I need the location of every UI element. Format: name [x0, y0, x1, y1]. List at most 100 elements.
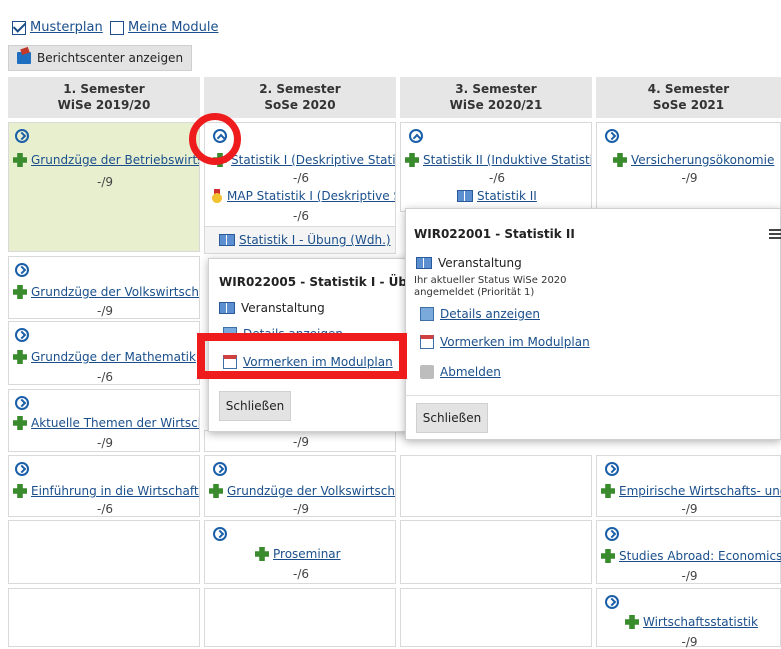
- expand-icon[interactable]: [15, 396, 29, 410]
- semester-title: 3. Semester: [455, 82, 537, 96]
- module-name[interactable]: Einführung in die Wirtschafts: [31, 484, 199, 498]
- expand-icon[interactable]: [605, 527, 619, 541]
- musterplan-label[interactable]: Musterplan: [30, 20, 103, 35]
- module-name[interactable]: Proseminar: [273, 547, 341, 561]
- berichtscenter-label: Berichtscenter anzeigen: [37, 51, 184, 65]
- module-link[interactable]: Grundzüge der Betriebswirtsch: [13, 153, 199, 167]
- module-name[interactable]: Wirtschaftsstatistik: [643, 615, 758, 629]
- module-name[interactable]: Grundzüge der Betriebswirtsch: [31, 153, 199, 167]
- module-cell: Grundzüge der Mathematik -/6: [8, 321, 200, 385]
- puzzle-icon: [13, 153, 27, 167]
- module-name[interactable]: Grundzüge der Volkswirtscha: [31, 285, 199, 299]
- module-link[interactable]: Proseminar: [255, 547, 395, 561]
- puzzle-icon: [405, 153, 419, 167]
- module-score: -/9: [681, 569, 698, 583]
- close-button[interactable]: Schließen: [416, 403, 488, 433]
- course-link[interactable]: Statistik II: [457, 189, 587, 203]
- close-button[interactable]: Schließen: [219, 391, 291, 421]
- semester-title: 2. Semester: [259, 82, 341, 96]
- empty-cell: [400, 588, 592, 647]
- module-name[interactable]: Grundzüge der Volkswirtscha: [227, 484, 395, 498]
- meine-module-checkbox[interactable]: Meine Module: [110, 20, 218, 35]
- details-label[interactable]: Details anzeigen: [440, 307, 540, 321]
- module-cell: Studies Abroad: Economics I -/9: [596, 520, 781, 584]
- expand-icon[interactable]: [15, 129, 29, 143]
- module-link[interactable]: Einführung in die Wirtschafts: [13, 484, 199, 498]
- module-score: -/6: [292, 567, 309, 581]
- puzzle-icon: [13, 416, 27, 430]
- popup-type: Veranstaltung: [219, 301, 325, 315]
- module-score: -/9: [681, 502, 698, 516]
- puzzle-icon: [13, 285, 27, 299]
- meine-module-label[interactable]: Meine Module: [128, 20, 218, 35]
- semester-term: WiSe 2019/20: [57, 98, 151, 112]
- module-name[interactable]: Statistik II (Induktive Statistik): [423, 153, 591, 167]
- module-name[interactable]: Aktuelle Themen der Wirtscha: [31, 416, 199, 430]
- puzzle-icon: [625, 615, 639, 629]
- module-name[interactable]: Versicherungsökonomie: [631, 153, 774, 167]
- expand-icon[interactable]: [605, 462, 619, 476]
- module-score: -/9: [292, 435, 309, 449]
- musterplan-checkbox[interactable]: Musterplan: [12, 20, 103, 35]
- berichtscenter-button[interactable]: Berichtscenter anzeigen: [8, 45, 193, 71]
- module-link[interactable]: Aktuelle Themen der Wirtscha: [13, 416, 199, 430]
- module-link[interactable]: Grundzüge der Volkswirtscha: [13, 285, 199, 299]
- semester-header-2: 2. Semester SoSe 2020: [204, 77, 396, 118]
- course-name[interactable]: Statistik I - Übung (Wdh.): [239, 233, 391, 247]
- course-row[interactable]: Statistik I - Übung (Wdh.): [204, 226, 396, 254]
- unregister-icon: [420, 365, 434, 379]
- module-name[interactable]: Grundzüge der Mathematik: [31, 350, 196, 364]
- module-score: -/9: [96, 436, 113, 450]
- empty-cell: [204, 588, 396, 647]
- module-link[interactable]: Statistik I (Deskriptive Statistik: [213, 153, 395, 167]
- highlight-rectangle: [197, 333, 407, 379]
- expand-icon[interactable]: [213, 527, 227, 541]
- module-link[interactable]: Wirtschaftsstatistik: [625, 615, 781, 629]
- vormerken-label[interactable]: Vormerken im Modulplan: [440, 335, 590, 349]
- module-cell: Wirtschaftsstatistik -/9: [596, 588, 781, 649]
- module-link[interactable]: Grundzüge der Volkswirtscha: [209, 484, 395, 498]
- map-link[interactable]: MAP Statistik I (Deskriptive S: [211, 189, 395, 203]
- empty-cell: [8, 588, 200, 647]
- medal-icon: [211, 189, 223, 203]
- semester-title: 1. Semester: [63, 82, 145, 96]
- module-link[interactable]: Statistik II (Induktive Statistik): [405, 153, 591, 167]
- semester-term: SoSe 2021: [652, 98, 725, 112]
- abmelden-link[interactable]: Abmelden: [420, 365, 501, 379]
- module-link[interactable]: Grundzüge der Mathematik: [13, 350, 199, 364]
- module-link[interactable]: Studies Abroad: Economics I: [601, 549, 781, 563]
- abmelden-label[interactable]: Abmelden: [440, 365, 501, 379]
- module-score: -/9: [96, 175, 113, 189]
- expand-icon[interactable]: [15, 328, 29, 342]
- popup-title: WIR022001 - Statistik II: [414, 227, 575, 241]
- details-link[interactable]: Details anzeigen: [420, 307, 540, 321]
- view-toggle-bar: Musterplan Meine Module: [0, 16, 781, 44]
- expand-icon[interactable]: [213, 462, 227, 476]
- popup-type-label: Veranstaltung: [438, 256, 522, 270]
- course-name[interactable]: Statistik II: [477, 189, 537, 203]
- menu-icon[interactable]: [769, 229, 781, 239]
- module-link[interactable]: Empirische Wirtschafts- und S: [601, 484, 781, 498]
- book-icon: [219, 302, 235, 314]
- module-name[interactable]: Studies Abroad: Economics I: [619, 549, 781, 563]
- course-link[interactable]: Statistik I - Übung (Wdh.): [219, 233, 395, 247]
- puzzle-icon: [209, 484, 223, 498]
- module-link[interactable]: Versicherungsökonomie: [613, 153, 781, 167]
- report-icon: [17, 52, 31, 64]
- module-name[interactable]: Statistik I (Deskriptive Statistik: [231, 153, 395, 167]
- module-cell: Proseminar -/6: [204, 520, 396, 584]
- module-cell: Versicherungsökonomie -/9: [596, 122, 781, 212]
- module-name[interactable]: Empirische Wirtschafts- und S: [619, 484, 781, 498]
- module-cell: Grundzüge der Volkswirtscha -/9: [204, 455, 396, 517]
- semester-header-1: 1. Semester WiSe 2019/20: [8, 77, 200, 118]
- expand-icon[interactable]: [15, 462, 29, 476]
- expand-icon[interactable]: [15, 263, 29, 277]
- expand-icon[interactable]: [605, 595, 619, 609]
- vormerken-link[interactable]: Vormerken im Modulplan: [420, 335, 590, 349]
- collapse-icon[interactable]: [409, 129, 423, 143]
- expand-icon[interactable]: [605, 129, 619, 143]
- module-cell: Statistik II (Induktive Statistik) -/6 S…: [400, 122, 592, 212]
- map-name[interactable]: MAP Statistik I (Deskriptive S: [227, 189, 395, 203]
- module-score: -/9: [681, 171, 698, 185]
- puzzle-icon: [601, 549, 615, 563]
